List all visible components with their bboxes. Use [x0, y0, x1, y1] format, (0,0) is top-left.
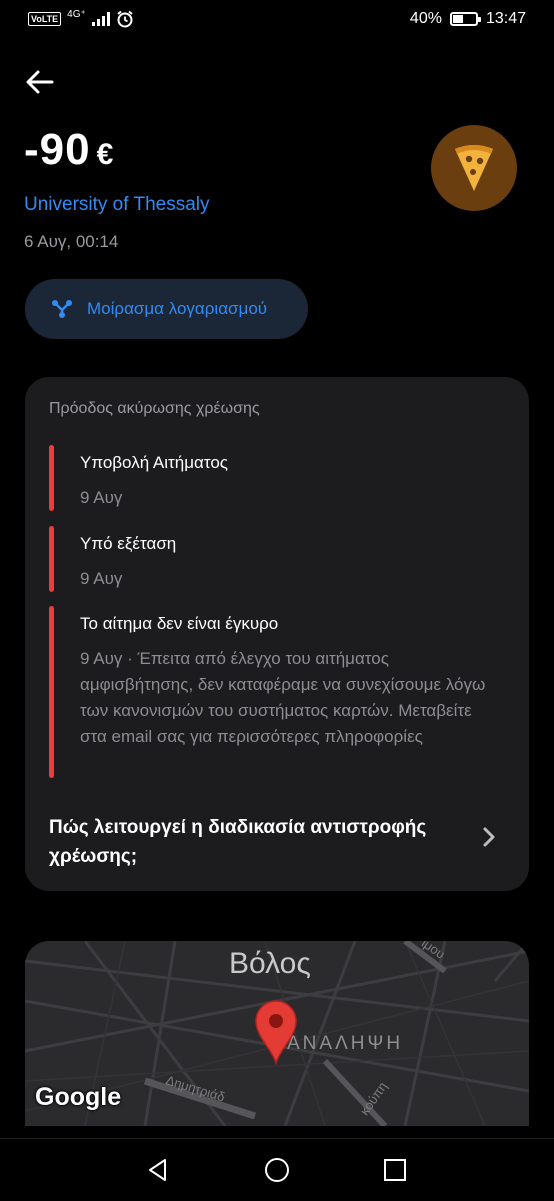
transaction-datetime: 6 Αυγ, 00:14	[24, 232, 119, 251]
map-area-label: ΑΝΑΛΗΨΗ	[287, 1033, 404, 1054]
chargeback-progress-card: Πρόοδος ακύρωσης χρέωσης Υποβολή Αιτήματ…	[25, 377, 529, 891]
status-bar: VoLTE 4G⁺ 40% 13:47	[0, 0, 554, 40]
step-indicator	[49, 526, 54, 592]
amount-value: -90	[24, 125, 91, 174]
map-pin-icon[interactable]	[254, 999, 298, 1065]
amount-currency: €	[96, 138, 115, 171]
status-left: VoLTE 4G⁺	[28, 8, 134, 28]
volte-icon: VoLTE	[28, 12, 62, 26]
network-type: 4G⁺	[67, 8, 86, 20]
circle-home-icon[interactable]	[264, 1157, 290, 1183]
step-indicator	[49, 445, 54, 511]
status-right: 40% 13:47	[410, 10, 526, 28]
chevron-right-icon[interactable]	[479, 825, 499, 849]
how-chargeback-works-link[interactable]: Πώς λειτουργεί η διαδικασία αντιστροφής …	[49, 813, 469, 871]
battery-icon	[449, 12, 481, 26]
signal-icon	[91, 12, 110, 26]
chargeback-title: Πρόοδος ακύρωσης χρέωσης	[49, 400, 260, 417]
split-bill-label: Μοίρασμα λογαριασμού	[87, 299, 268, 318]
step-date: 9 Αυγ	[80, 488, 123, 507]
system-nav-bar	[0, 1138, 554, 1201]
clock: 13:47	[485, 10, 526, 27]
arrow-left-icon[interactable]	[24, 66, 56, 98]
location-map[interactable]: Βόλος ΑΝΑΛΗΨΗ Δημητριάδ κούπη ιμου Googl…	[25, 941, 529, 1126]
step-date: 9 Αυγ	[80, 569, 123, 588]
google-attribution: Google	[35, 1083, 122, 1111]
merchant-name[interactable]: University of Thessaly	[24, 194, 210, 216]
step-title: Υποβολή Αιτήματος	[80, 453, 228, 472]
map-city-label: Βόλος	[229, 947, 311, 980]
pizza-icon	[455, 145, 493, 191]
transaction-amount: -90 €	[24, 125, 114, 175]
step-indicator	[49, 606, 54, 778]
merchant-avatar	[431, 125, 517, 211]
split-icon	[52, 300, 72, 318]
step-description: 9 Αυγ · Έπειτα από έλεγχο του αιτήματος …	[80, 649, 486, 746]
battery-percent: 40%	[409, 10, 442, 27]
alarm-icon	[117, 10, 133, 28]
step-title: Υπό εξέταση	[80, 534, 177, 553]
split-bill-button[interactable]: Μοίρασμα λογαριασμού	[25, 279, 308, 339]
square-recents-icon[interactable]	[382, 1157, 408, 1183]
triangle-back-icon[interactable]	[145, 1157, 171, 1183]
step-title: Το αίτημα δεν είναι έγκυρο	[80, 614, 279, 633]
